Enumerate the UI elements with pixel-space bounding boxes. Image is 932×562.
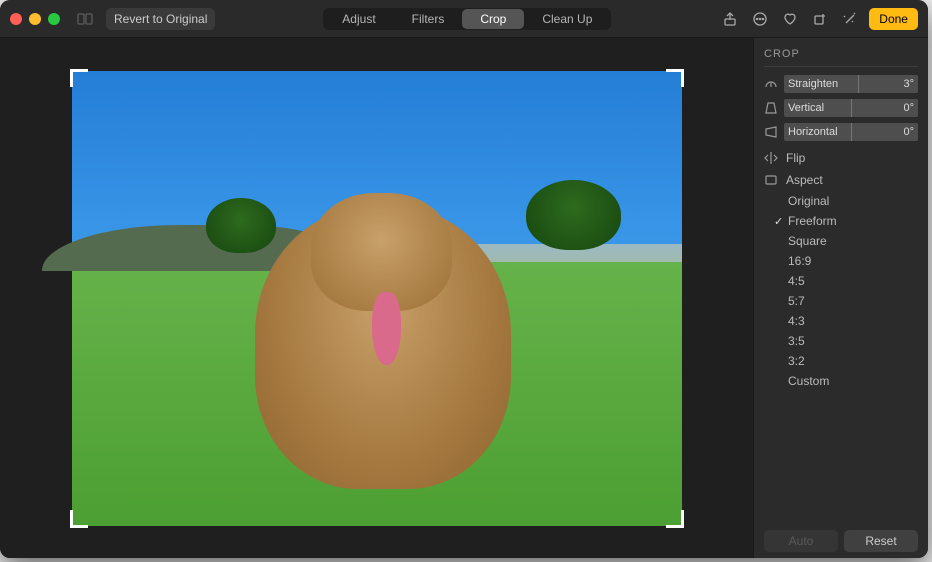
straighten-value: 3° xyxy=(903,78,914,90)
edit-mode-tabs: Adjust Filters Crop Clean Up xyxy=(323,8,611,30)
check-icon: ✓ xyxy=(774,215,783,228)
crop-handle-top-right[interactable] xyxy=(666,69,684,87)
vertical-slider[interactable]: Vertical 0° xyxy=(764,99,918,117)
share-icon[interactable] xyxy=(719,8,741,30)
aspect-original[interactable]: Original xyxy=(788,191,918,211)
photo-tree-right xyxy=(526,180,621,250)
aspect-icon xyxy=(764,173,778,187)
tab-filters[interactable]: Filters xyxy=(394,9,463,29)
aspect-3-5[interactable]: 3:5 xyxy=(788,331,918,351)
crop-panel: CROP Straighten 3° xyxy=(753,38,928,558)
crop-handle-bottom-right[interactable] xyxy=(666,510,684,528)
close-window-button[interactable] xyxy=(10,13,22,25)
photo-tree-left xyxy=(206,198,276,253)
horizontal-label: Horizontal xyxy=(788,126,838,138)
horizontal-slider[interactable]: Horizontal 0° xyxy=(764,123,918,141)
aspect-4-5[interactable]: 4:5 xyxy=(788,271,918,291)
window-controls xyxy=(10,13,60,25)
tab-cleanup[interactable]: Clean Up xyxy=(524,9,610,29)
vertical-value: 0° xyxy=(903,102,914,114)
image-canvas[interactable] xyxy=(0,38,753,558)
panel-footer: Auto Reset xyxy=(764,522,918,552)
photo-preview[interactable] xyxy=(72,71,682,526)
auto-button[interactable]: Auto xyxy=(764,530,838,552)
vertical-perspective-icon xyxy=(764,101,778,115)
aspect-4-3[interactable]: 4:3 xyxy=(788,311,918,331)
straighten-slider[interactable]: Straighten 3° xyxy=(764,75,918,93)
tab-crop[interactable]: Crop xyxy=(462,9,524,29)
aspect-5-7[interactable]: 5:7 xyxy=(788,291,918,311)
aspect-row: Aspect xyxy=(764,169,918,191)
flip-icon xyxy=(764,151,778,165)
horizontal-track[interactable]: Horizontal 0° xyxy=(784,123,918,141)
minimize-window-button[interactable] xyxy=(29,13,41,25)
more-icon[interactable] xyxy=(749,8,771,30)
aspect-label: Aspect xyxy=(786,173,823,187)
straighten-track[interactable]: Straighten 3° xyxy=(784,75,918,93)
enhance-icon[interactable] xyxy=(839,8,861,30)
horizontal-perspective-icon xyxy=(764,125,778,139)
reset-button[interactable]: Reset xyxy=(844,530,918,552)
vertical-track[interactable]: Vertical 0° xyxy=(784,99,918,117)
aspect-3-2[interactable]: 3:2 xyxy=(788,351,918,371)
tab-adjust[interactable]: Adjust xyxy=(324,9,393,29)
revert-to-original-button[interactable]: Revert to Original xyxy=(106,8,215,30)
toolbar: Revert to Original Adjust Filters Crop C… xyxy=(0,0,928,38)
photo-subject-dog xyxy=(255,207,511,489)
app-window: Revert to Original Adjust Filters Crop C… xyxy=(0,0,928,558)
main-body: CROP Straighten 3° xyxy=(0,38,928,558)
aspect-16-9[interactable]: 16:9 xyxy=(788,251,918,271)
crop-handle-top-left[interactable] xyxy=(70,69,88,87)
horizontal-value: 0° xyxy=(903,126,914,138)
aspect-freeform[interactable]: ✓Freeform xyxy=(788,211,918,231)
vertical-label: Vertical xyxy=(788,102,824,114)
straighten-label: Straighten xyxy=(788,78,838,90)
panel-title: CROP xyxy=(764,48,918,67)
straighten-dial-icon xyxy=(764,77,778,91)
photo-dog-tongue xyxy=(372,292,400,365)
sidebar-toggle-icon[interactable] xyxy=(74,8,96,30)
flip-label: Flip xyxy=(786,151,805,165)
rotate-icon[interactable] xyxy=(809,8,831,30)
flip-row[interactable]: Flip xyxy=(764,147,918,169)
crop-handle-bottom-left[interactable] xyxy=(70,510,88,528)
aspect-custom[interactable]: Custom xyxy=(788,371,918,391)
aspect-square[interactable]: Square xyxy=(788,231,918,251)
aspect-list: Original ✓Freeform Square 16:9 4:5 5:7 4… xyxy=(764,191,918,391)
zoom-window-button[interactable] xyxy=(48,13,60,25)
toolbar-right: Done xyxy=(719,8,918,30)
favorite-icon[interactable] xyxy=(779,8,801,30)
done-button[interactable]: Done xyxy=(869,8,918,30)
